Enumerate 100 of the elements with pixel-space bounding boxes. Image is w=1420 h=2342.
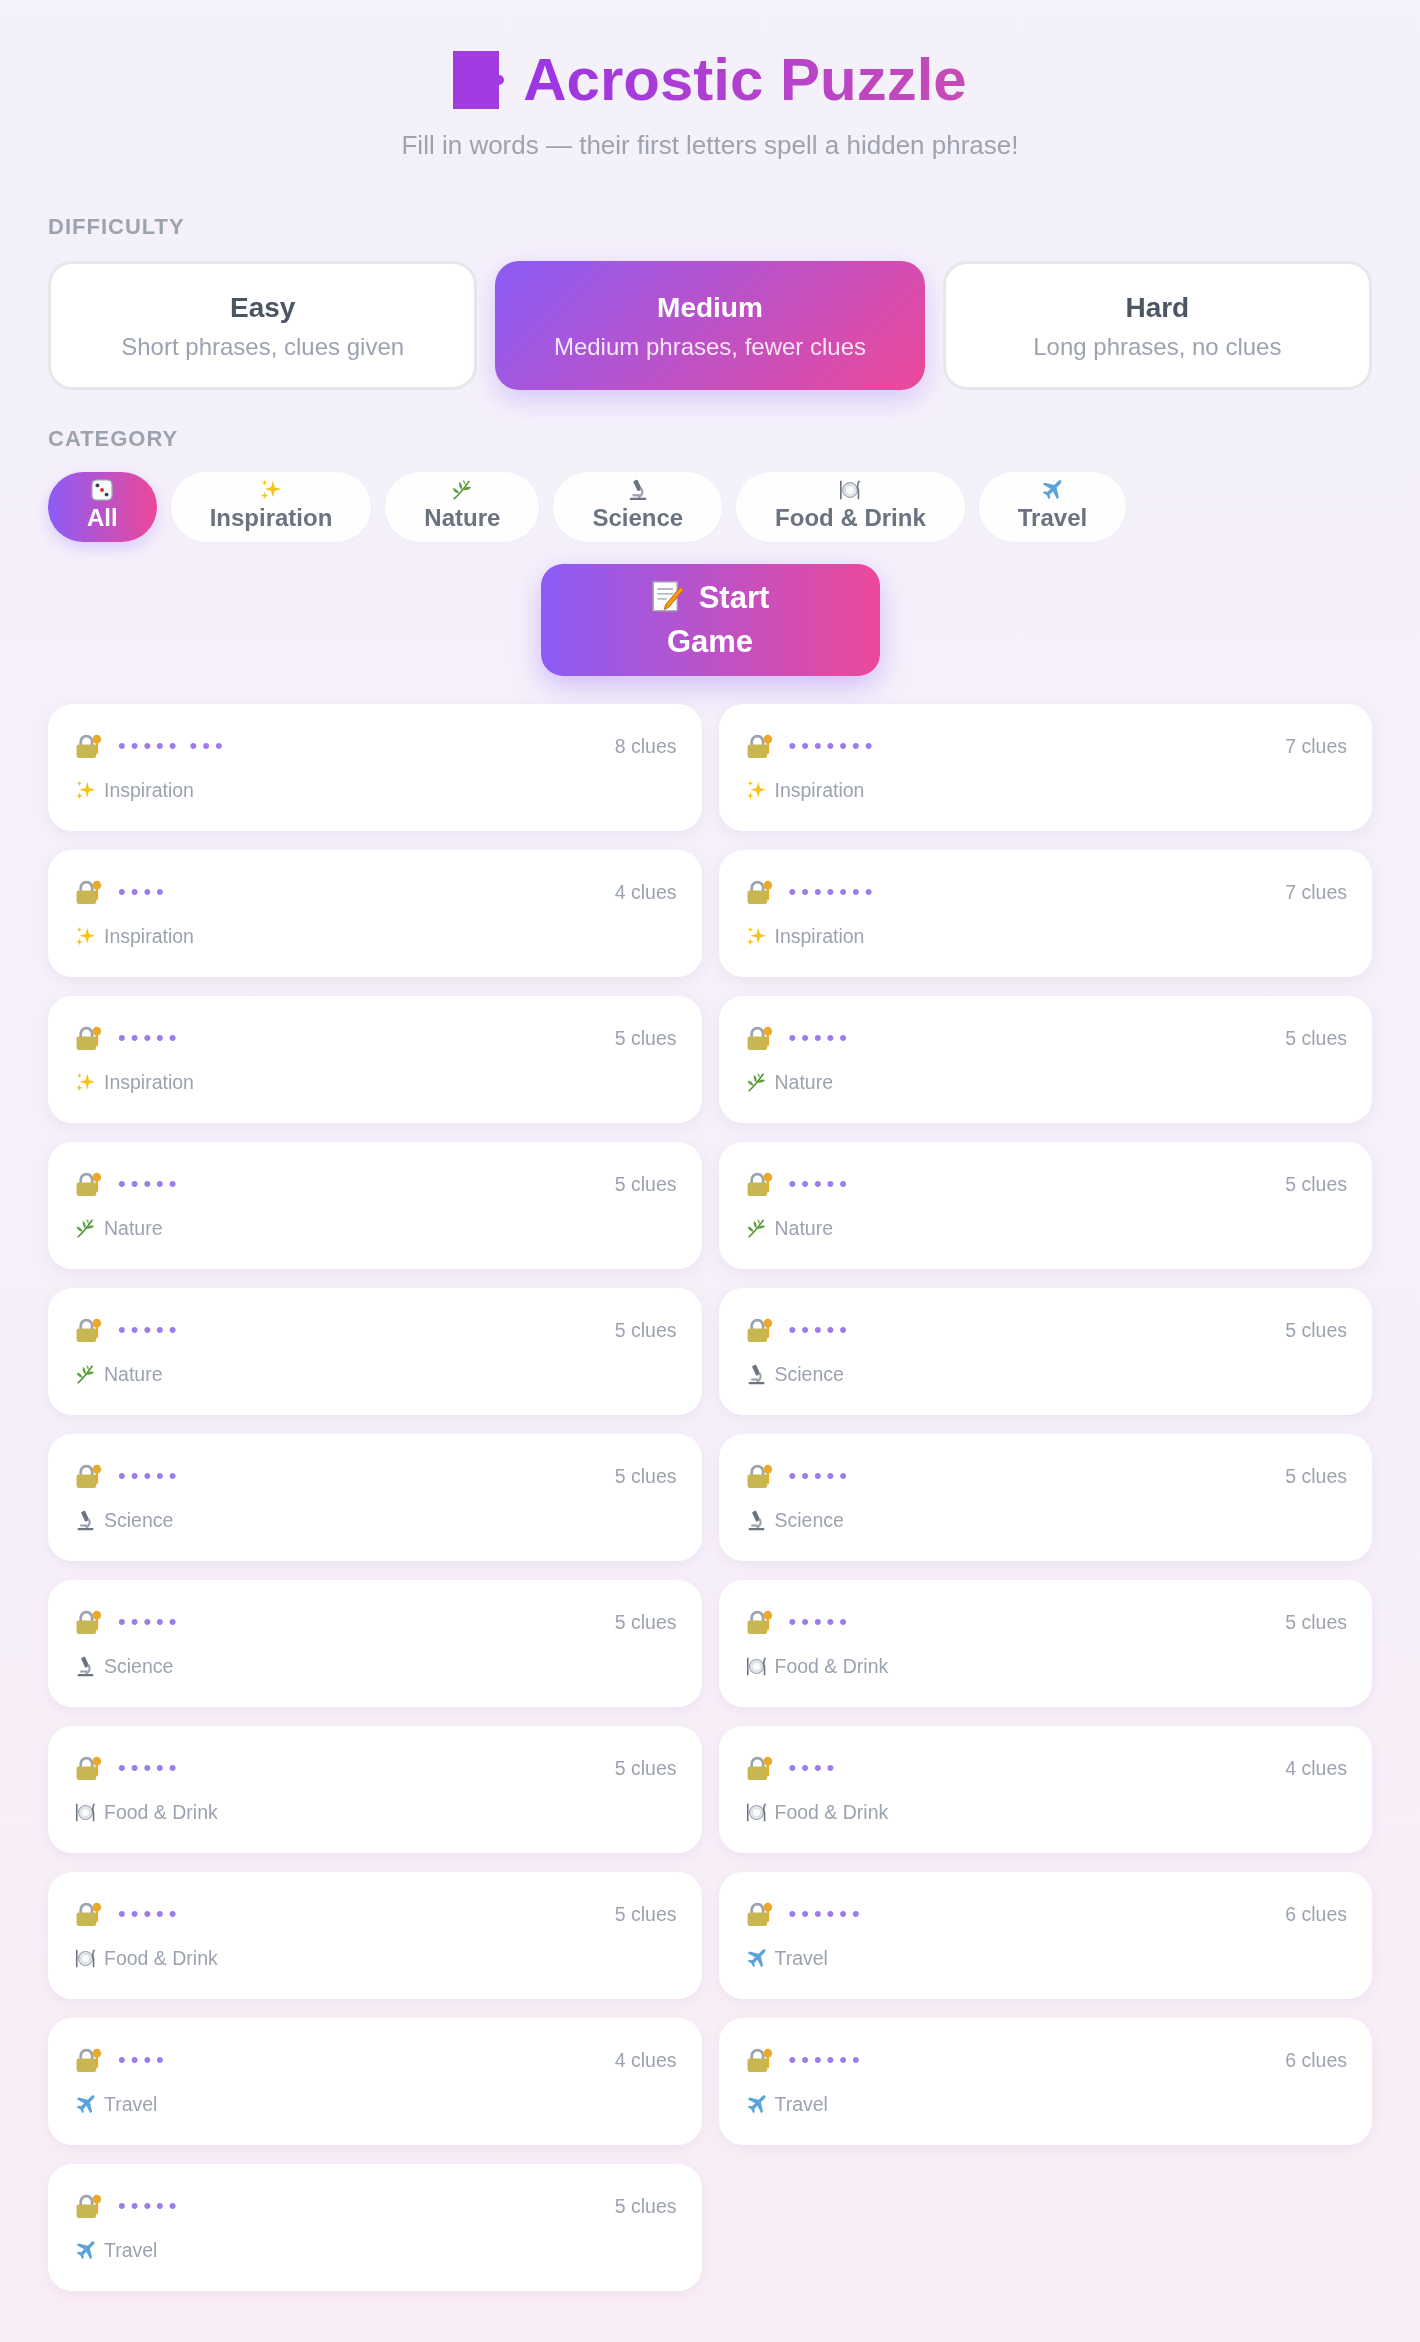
clue-count: 5 clues (1285, 1318, 1347, 1343)
clue-count: 5 clues (614, 1026, 677, 1051)
puzzle-card[interactable]: •••• 4 clues Travel (48, 2018, 702, 2145)
difficulty-option[interactable]: Hard Long phrases, no clues (942, 261, 1372, 390)
masked-phrase: ••••• (118, 1024, 182, 1052)
start-game-button[interactable]: Start Game (540, 564, 880, 676)
sparkles-icon (745, 779, 767, 801)
leaf-icon (745, 1071, 767, 1093)
puzzle-category: Travel (774, 2092, 828, 2117)
airplane-icon (75, 2093, 96, 2115)
subtitle: Fill in words — their first letters spell a hidden phrase! (401, 129, 1019, 162)
puzzle-category: Nature (774, 1216, 834, 1241)
masked-phrase: •••••• (788, 2046, 865, 2074)
puzzle-category: Food & Drink (104, 1946, 218, 1971)
section-label: CATEGORY (48, 425, 180, 453)
notepad-pencil-icon (650, 579, 685, 613)
leaf-icon (745, 1217, 767, 1239)
leaf-icon (75, 1363, 96, 1385)
puzzle-category: Inspiration (774, 778, 865, 803)
airplane-icon (75, 2239, 96, 2261)
category-chip[interactable]: Science (553, 472, 723, 542)
puzzle-category: Nature (774, 1070, 834, 1095)
airplane-icon (745, 2093, 767, 2115)
puzzle-card[interactable]: ••••• 5 clues Science (718, 1288, 1372, 1415)
clue-count: 4 clues (1285, 1756, 1347, 1781)
puzzle-card[interactable]: ••••••• 7 clues Inspiration (718, 704, 1372, 831)
masked-phrase: ••••• ••• (118, 732, 228, 760)
clue-count: 5 clues (614, 1902, 677, 1927)
masked-phrase: ••••••• (788, 878, 878, 906)
clue-count: 5 clues (1285, 1464, 1347, 1489)
puzzle-category: Inspiration (104, 778, 194, 803)
difficulty-option[interactable]: Medium Medium phrases, fewer clues (495, 261, 925, 390)
masked-phrase: ••••••• (788, 732, 878, 760)
clue-count: 8 clues (614, 734, 677, 759)
puzzle-card[interactable]: ••••• 5 clues Travel (48, 2164, 702, 2291)
clue-count: 5 clues (614, 1756, 677, 1781)
masked-phrase: ••••• (788, 1170, 852, 1198)
puzzle-category: Inspiration (774, 924, 865, 949)
puzzle-category: Nature (104, 1216, 163, 1241)
plate-cutlery-icon (745, 1655, 767, 1677)
puzzle-category: Nature (104, 1362, 163, 1387)
puzzle-card[interactable]: ••••• 5 clues Nature (718, 996, 1372, 1123)
category-chip[interactable]: Inspiration (170, 472, 372, 542)
clue-count: 7 clues (1285, 734, 1347, 759)
masked-phrase: ••••• (788, 1462, 852, 1490)
dice-icon (91, 479, 114, 501)
clue-count: 5 clues (1285, 1172, 1347, 1197)
puzzle-category: Travel (104, 2092, 158, 2117)
puzzle-card[interactable]: •••••• 6 clues Travel (718, 1872, 1372, 1999)
puzzle-category: Inspiration (104, 1070, 194, 1095)
plate-cutlery-icon (839, 479, 862, 501)
clue-count: 5 clues (1285, 1610, 1347, 1635)
puzzle-card[interactable]: ••••• 5 clues Inspiration (48, 996, 702, 1123)
masked-phrase: •••••• (788, 1900, 865, 1928)
clue-count: 5 clues (614, 1610, 677, 1635)
puzzle-card[interactable]: ••••••• 7 clues Inspiration (718, 850, 1372, 977)
airplane-icon (1041, 479, 1064, 501)
clue-count: 5 clues (614, 2194, 677, 2219)
section-label: DIFFICULTY (48, 213, 186, 241)
puzzle-card[interactable]: ••••• 5 clues Food & Drink (48, 1872, 702, 1999)
category-chip[interactable]: Nature (385, 472, 540, 542)
leaf-icon (451, 479, 474, 501)
puzzle-card[interactable]: •••••• 6 clues Travel (718, 2018, 1372, 2145)
clue-count: 4 clues (614, 2048, 677, 2073)
puzzle-card[interactable]: ••••• 5 clues Nature (48, 1142, 702, 1269)
masked-phrase: ••••• (118, 1754, 182, 1782)
airplane-icon (745, 1947, 767, 1969)
category-chip[interactable]: All (48, 472, 157, 542)
puzzle-card[interactable]: ••••• 5 clues Food & Drink (718, 1580, 1372, 1707)
plate-cutlery-icon (745, 1801, 767, 1823)
masked-phrase: ••••• (788, 1316, 852, 1344)
puzzle-category: Science (104, 1508, 174, 1533)
puzzle-card[interactable]: ••••• 5 clues Nature (48, 1288, 702, 1415)
sparkles-icon (75, 925, 96, 947)
sparkles-icon (260, 479, 282, 501)
masked-phrase: ••••• (788, 1608, 852, 1636)
clue-count: 5 clues (614, 1464, 677, 1489)
masked-phrase: ••••• (118, 1170, 182, 1198)
puzzle-category: Inspiration (104, 924, 194, 949)
plate-cutlery-icon (75, 1801, 96, 1823)
category-chip[interactable]: Travel (978, 472, 1127, 542)
masked-phrase: ••••• (118, 1608, 182, 1636)
masked-phrase: ••••• (118, 1316, 182, 1344)
puzzle-card[interactable]: ••••• 5 clues Nature (718, 1142, 1372, 1269)
microscope-icon (75, 1509, 96, 1531)
masked-phrase: ••••• (118, 1900, 182, 1928)
puzzle-card[interactable]: ••••• 5 clues Science (48, 1434, 702, 1561)
difficulty-option[interactable]: Easy Short phrases, clues given (48, 261, 478, 390)
puzzle-card[interactable]: ••••• 5 clues Food & Drink (48, 1726, 702, 1853)
puzzle-card[interactable]: •••• 4 clues Food & Drink (718, 1726, 1372, 1853)
puzzle-card[interactable]: ••••• ••• 8 clues Inspiration (48, 704, 702, 831)
puzzle-category: Food & Drink (774, 1654, 889, 1679)
puzzle-category: Science (104, 1654, 174, 1679)
masked-phrase: •••• (118, 2046, 169, 2074)
puzzle-card[interactable]: ••••• 5 clues Science (48, 1580, 702, 1707)
clue-count: 5 clues (1285, 1026, 1347, 1051)
category-chip[interactable]: Food & Drink (736, 472, 965, 542)
masked-phrase: ••••• (118, 2192, 182, 2220)
puzzle-card[interactable]: •••• 4 clues Inspiration (48, 850, 702, 977)
puzzle-card[interactable]: ••••• 5 clues Science (718, 1434, 1372, 1561)
